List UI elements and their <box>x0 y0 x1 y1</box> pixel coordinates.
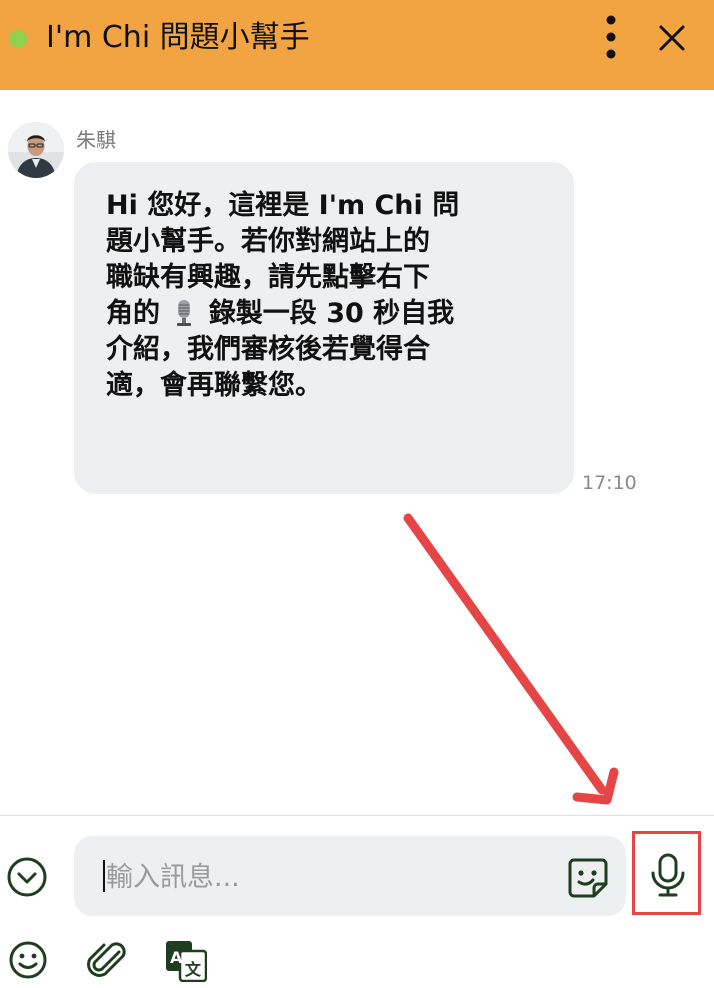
message-line-part: 錄製一段 30 秒自我 <box>208 298 455 329</box>
svg-text:A: A <box>170 948 183 967</box>
chevron-down-circle-icon <box>7 857 47 897</box>
message-line: 適，會再聯繫您。 <box>106 370 322 401</box>
svg-text:文: 文 <box>185 960 202 979</box>
message-line-with-icon: 角的 錄製一段 30 秒自我 <box>106 296 526 332</box>
message-line: 職缺有興趣，請先點擊右下 <box>106 262 430 293</box>
chat-header: I'm Chi 問題小幫手 <box>0 0 714 90</box>
user-avatar-icon <box>8 122 64 178</box>
translate-icon: A 文 <box>166 941 208 983</box>
smiley-icon <box>9 941 47 979</box>
chat-title: I'm Chi 問題小幫手 <box>46 20 310 55</box>
more-options-button[interactable] <box>596 14 626 60</box>
online-status-dot <box>9 30 27 48</box>
close-button[interactable] <box>652 18 692 58</box>
record-voice-button[interactable] <box>648 852 688 898</box>
chat-window: I'm Chi 問題小幫手 朱騏 Hi 您好，這裡是 I'm Chi 問 題小幫… <box>0 0 714 988</box>
sticker-icon <box>568 858 608 898</box>
attach-button[interactable] <box>86 938 128 982</box>
message-input-placeholder: 輸入訊息... <box>106 862 240 893</box>
text-caret <box>103 860 105 892</box>
message-line-part: 角的 <box>106 298 160 329</box>
paperclip-icon <box>87 942 126 977</box>
message-timestamp: 17:10 <box>582 472 637 494</box>
close-icon <box>659 25 685 51</box>
translate-button[interactable]: A 文 <box>165 940 208 983</box>
sender-avatar[interactable] <box>8 122 64 178</box>
composer-divider <box>0 815 714 816</box>
microphone-emoji-icon <box>177 300 192 326</box>
sender-name: 朱騏 <box>76 128 116 152</box>
sticker-button[interactable] <box>566 856 610 900</box>
message-text: Hi 您好，這裡是 I'm Chi 問 題小幫手。若你對網站上的 職缺有興趣，請… <box>106 188 526 404</box>
emoji-button[interactable] <box>8 940 48 980</box>
more-vertical-icon <box>606 15 616 59</box>
message-line: 介紹，我們審核後若覺得合 <box>106 334 430 365</box>
message-line: Hi 您好，這裡是 I'm Chi 問 <box>106 190 460 221</box>
message-line: 題小幫手。若你對網站上的 <box>106 226 430 257</box>
collapse-button[interactable] <box>6 856 48 898</box>
microphone-icon <box>651 853 685 897</box>
